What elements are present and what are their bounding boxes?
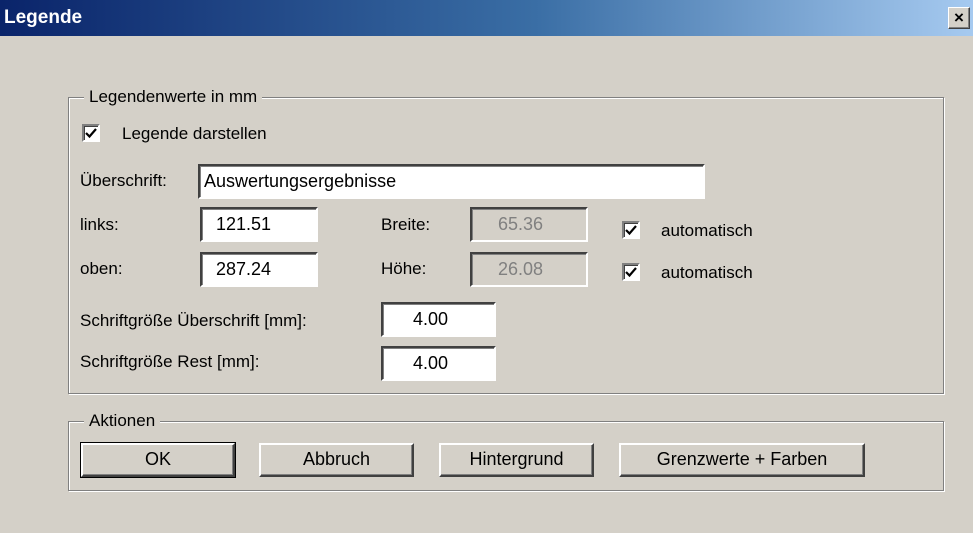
ok-button[interactable]: OK [80, 442, 236, 478]
show-legend-label[interactable]: Legende darstellen [122, 124, 267, 144]
height-input: 26.08 [470, 252, 588, 287]
title-bar[interactable]: Legende × [0, 0, 973, 36]
left-input[interactable]: 121.51 [200, 207, 318, 242]
font-heading-input[interactable]: 4.00 [381, 302, 496, 337]
background-button[interactable]: Hintergrund [439, 443, 594, 477]
top-input[interactable]: 287.24 [200, 252, 318, 287]
limits-colors-button[interactable]: Grenzwerte + Farben [619, 443, 865, 477]
top-label: oben: [80, 259, 123, 278]
auto-width-label[interactable]: automatisch [661, 221, 753, 241]
width-label: Breite: [381, 215, 431, 234]
font-rest-input[interactable]: 4.00 [381, 346, 496, 381]
height-label: Höhe: [381, 259, 427, 278]
legend-dialog: Legende × Legendenwerte in mm Legende da… [0, 0, 973, 533]
heading-input[interactable]: Auswertungsergebnisse [198, 164, 705, 199]
close-icon: × [954, 8, 964, 27]
cancel-button[interactable]: Abbruch [259, 443, 414, 477]
checkmark-icon [625, 267, 637, 278]
heading-label: Überschrift: [80, 171, 167, 190]
width-input: 65.36 [470, 207, 588, 242]
close-button[interactable]: × [948, 7, 970, 29]
checkmark-icon [625, 225, 637, 236]
show-legend-checkbox[interactable] [82, 124, 100, 142]
checkmark-icon [85, 128, 97, 139]
font-rest-label: Schriftgröße Rest [mm]: [80, 352, 260, 371]
dialog-title: Legende [4, 7, 83, 28]
auto-height-checkbox[interactable] [622, 263, 640, 281]
actions-group-title: Aktionen [84, 411, 161, 431]
auto-width-checkbox[interactable] [622, 221, 640, 239]
auto-height-label[interactable]: automatisch [661, 263, 753, 283]
left-label: links: [80, 215, 119, 234]
font-heading-label: Schriftgröße Überschrift [mm]: [80, 311, 307, 330]
legend-values-group-title: Legendenwerte in mm [84, 87, 263, 107]
